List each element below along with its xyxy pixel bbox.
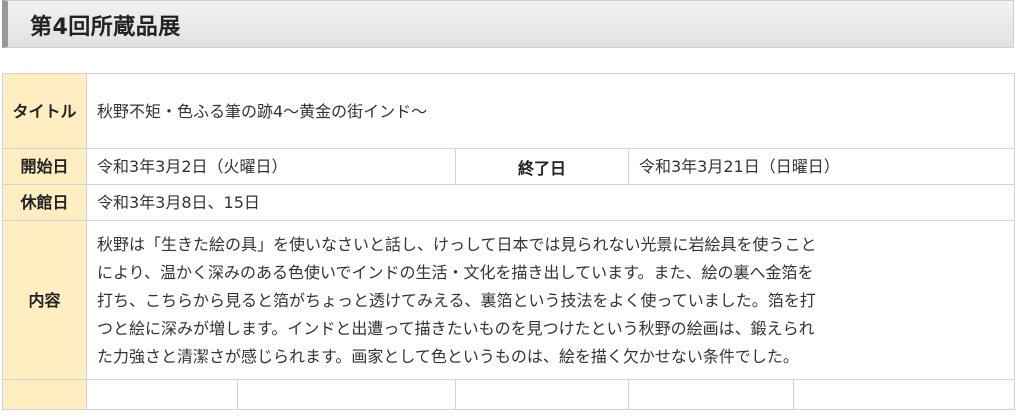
table-row-partial [2, 379, 1016, 410]
start-date-label: 開始日 [2, 148, 87, 185]
content-line: つと絵に深みが増します。インドと出遭って描きたいものを見つけたという秋野の絵画は… [97, 318, 815, 338]
table-row-content: 内容 秋野は「生きた絵の具」を使いなさいと話し、けっして日本では見られない光景に… [2, 220, 1016, 380]
partial-row-cell [628, 379, 794, 410]
content-line: た力強さと清潔さが感じられます。画家として色というものは、絵を描く欠かせない条件… [97, 346, 799, 366]
partial-row-cell [86, 379, 238, 410]
section-heading-bar: 第4回所蔵品展 [2, 0, 1014, 48]
title-label: タイトル [2, 73, 87, 149]
partial-row-cell [455, 379, 629, 410]
content-text: 秋野は「生きた絵の具」を使いなさいと話し、けっして日本では見られない光景に岩絵具… [85, 220, 1016, 380]
content-label: 内容 [2, 220, 87, 380]
end-date-value: 令和3年3月21日（日曜日） [627, 148, 1016, 185]
closed-days-label: 休館日 [2, 184, 87, 221]
content-line: 秋野は「生きた絵の具」を使いなさいと話し、けっして日本では見られない光景に岩絵具… [97, 234, 817, 254]
table-row-title: タイトル 秋野不矩・色ふる筆の跡4〜黄金の街インド〜 [2, 73, 1016, 149]
page-title: 第4回所蔵品展 [30, 15, 181, 40]
content-line: 打ち、こちらから見ると箔がちょっと透けてみえる、裏箔という技法をよく使っていまし… [97, 290, 816, 310]
table-row-closed-days: 休館日 令和3年3月8日、15日 [2, 184, 1016, 221]
partial-row-cell [237, 379, 456, 410]
title-value: 秋野不矩・色ふる筆の跡4〜黄金の街インド〜 [85, 73, 1016, 149]
exhibition-info-table: タイトル 秋野不矩・色ふる筆の跡4〜黄金の街インド〜 開始日 令和3年3月2日（… [2, 73, 1016, 410]
partial-row-label [2, 379, 87, 410]
start-date-value: 令和3年3月2日（火曜日） [86, 148, 456, 185]
content-line: により、温かく深みのある色使いでインドの生活・文化を描き出しています。また、絵の… [97, 262, 814, 282]
closed-days-value: 令和3年3月8日、15日 [85, 184, 1016, 221]
table-row-dates: 開始日 令和3年3月2日（火曜日） 終了日 令和3年3月21日（日曜日） [2, 148, 1016, 185]
partial-row-cell [792, 379, 1016, 410]
page: 第4回所蔵品展 タイトル 秋野不矩・色ふる筆の跡4〜黄金の街インド〜 開始日 令… [0, 0, 1024, 420]
end-date-label: 終了日 [455, 148, 629, 185]
